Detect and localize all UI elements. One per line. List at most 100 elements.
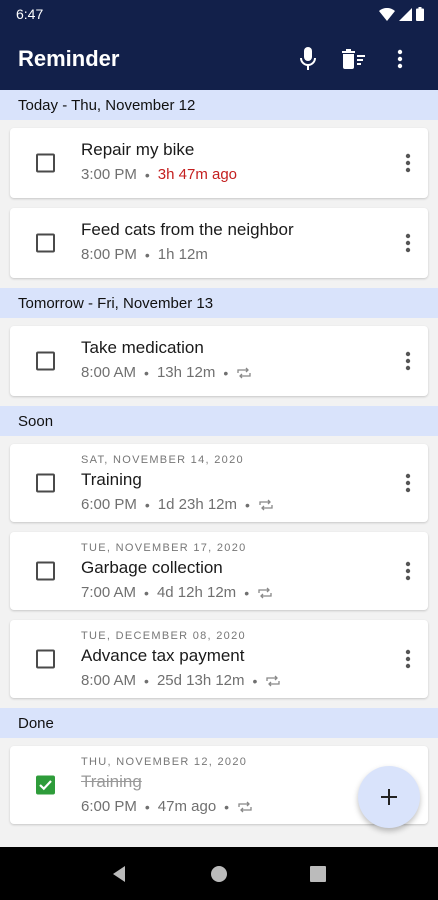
section-label: Soon bbox=[18, 412, 54, 430]
app-actions bbox=[288, 39, 420, 79]
more-vert-icon bbox=[405, 649, 411, 669]
reminder-meta: 6:00 PM • 47m ago • bbox=[81, 798, 378, 815]
item-menu-button[interactable] bbox=[396, 468, 420, 498]
reminder-meta: 6:00 PM • 1d 23h 12m • bbox=[81, 496, 378, 513]
complete-checkbox[interactable] bbox=[36, 153, 55, 173]
reminder-title: Training bbox=[81, 470, 142, 489]
reminder-title: Feed cats from the neighbor bbox=[81, 220, 294, 239]
clear-done-button[interactable] bbox=[334, 39, 374, 79]
relative-time-overdue: 3h 47m ago bbox=[157, 166, 238, 183]
item-menu-button[interactable] bbox=[396, 228, 420, 258]
repeat-icon bbox=[236, 366, 252, 380]
reminder-meta: 8:00 PM • 1h 12m bbox=[81, 246, 378, 263]
relative-time: 47m ago bbox=[157, 798, 217, 815]
complete-checkbox[interactable] bbox=[36, 233, 55, 253]
reminder-meta: 7:00 AM • 4d 12h 12m • bbox=[81, 584, 378, 601]
back-icon[interactable] bbox=[111, 865, 129, 883]
reminder-title: Repair my bike bbox=[81, 140, 195, 159]
overflow-menu-button[interactable] bbox=[380, 39, 420, 79]
reminder-texts: TUE, DECEMBER 08, 2020 Advance tax payme… bbox=[81, 630, 378, 689]
item-menu-button[interactable] bbox=[396, 556, 420, 586]
repeat-icon bbox=[237, 800, 253, 814]
separator-dot: • bbox=[224, 798, 230, 815]
reminder-time: 8:00 AM bbox=[81, 672, 137, 689]
reminder-texts: Feed cats from the neighbor 8:00 PM • 1h… bbox=[81, 220, 378, 263]
section-header-done: Done bbox=[0, 708, 438, 738]
reminder-time: 6:00 PM bbox=[81, 496, 137, 513]
recents-icon[interactable] bbox=[309, 865, 327, 883]
mic-icon bbox=[300, 47, 316, 70]
section-label: Tomorrow - Fri, November 13 bbox=[18, 294, 214, 312]
complete-checkbox[interactable] bbox=[36, 561, 55, 581]
separator-dot: • bbox=[244, 584, 250, 601]
reminder-card[interactable]: Take medication 8:00 AM • 13h 12m • bbox=[10, 326, 428, 396]
reminder-card[interactable]: TUE, DECEMBER 08, 2020 Advance tax payme… bbox=[10, 620, 428, 698]
reminder-texts: Repair my bike 3:00 PM • 3h 47m ago bbox=[81, 140, 378, 183]
item-menu-button[interactable] bbox=[396, 644, 420, 674]
app-bar: Reminder bbox=[0, 28, 438, 90]
separator-dot: • bbox=[144, 584, 149, 601]
section-label: Today - Thu, November 12 bbox=[18, 96, 196, 114]
reminder-time: 6:00 PM bbox=[81, 798, 137, 815]
signal-icon bbox=[399, 7, 412, 21]
section-header-tomorrow: Tomorrow - Fri, November 13 bbox=[0, 288, 438, 318]
battery-icon bbox=[416, 7, 424, 21]
reminder-time: 3:00 PM bbox=[81, 166, 137, 183]
complete-checkbox[interactable] bbox=[36, 351, 55, 371]
separator-dot: • bbox=[252, 672, 258, 689]
complete-checkbox-checked[interactable] bbox=[36, 775, 55, 795]
more-vert-icon bbox=[405, 233, 411, 253]
wifi-icon bbox=[379, 7, 395, 21]
reminder-date: TUE, DECEMBER 08, 2020 bbox=[81, 630, 246, 642]
reminder-texts: TUE, NOVEMBER 17, 2020 Garbage collectio… bbox=[81, 542, 378, 601]
status-time: 6:47 bbox=[16, 6, 44, 22]
relative-time: 13h 12m bbox=[156, 364, 216, 381]
reminder-list[interactable]: Today - Thu, November 12 Repair my bike … bbox=[0, 90, 438, 847]
reminder-date: TUE, NOVEMBER 17, 2020 bbox=[81, 542, 247, 554]
reminder-time: 8:00 AM bbox=[81, 364, 137, 381]
more-vert-icon bbox=[405, 473, 411, 493]
separator-dot: • bbox=[245, 496, 250, 513]
section-header-soon: Soon bbox=[0, 406, 438, 436]
more-vert-icon bbox=[397, 49, 403, 69]
complete-checkbox[interactable] bbox=[36, 473, 55, 493]
more-vert-icon bbox=[405, 153, 411, 173]
repeat-icon bbox=[265, 674, 281, 688]
reminder-card[interactable]: Repair my bike 3:00 PM • 3h 47m ago bbox=[10, 128, 428, 198]
reminder-card[interactable]: SAT, NOVEMBER 14, 2020 Training 6:00 PM … bbox=[10, 444, 428, 522]
reminder-texts: Take medication 8:00 AM • 13h 12m • bbox=[81, 338, 378, 381]
add-reminder-fab[interactable] bbox=[358, 766, 420, 828]
reminder-date: THU, NOVEMBER 12, 2020 bbox=[81, 756, 248, 768]
complete-checkbox[interactable] bbox=[36, 649, 55, 669]
plus-icon bbox=[381, 789, 397, 805]
reminder-card[interactable]: TUE, NOVEMBER 17, 2020 Garbage collectio… bbox=[10, 532, 428, 610]
reminder-texts: THU, NOVEMBER 12, 2020 Training 6:00 PM … bbox=[81, 756, 378, 815]
reminder-time: 7:00 AM bbox=[81, 584, 137, 601]
repeat-icon bbox=[257, 586, 273, 600]
separator-dot: • bbox=[144, 798, 150, 815]
check-icon bbox=[39, 780, 52, 791]
section-label: Done bbox=[18, 714, 54, 732]
item-menu-button[interactable] bbox=[396, 346, 420, 376]
reminder-meta: 8:00 AM • 25d 13h 12m • bbox=[81, 672, 378, 689]
reminder-card[interactable]: Feed cats from the neighbor 8:00 PM • 1h… bbox=[10, 208, 428, 278]
voice-input-button[interactable] bbox=[288, 39, 328, 79]
home-icon[interactable] bbox=[210, 865, 228, 883]
separator-dot: • bbox=[223, 364, 229, 381]
reminder-title: Garbage collection bbox=[81, 558, 223, 577]
item-menu-button[interactable] bbox=[396, 148, 420, 178]
separator-dot: • bbox=[144, 364, 149, 381]
reminder-title: Advance tax payment bbox=[81, 646, 245, 665]
repeat-icon bbox=[258, 498, 274, 512]
relative-time: 25d 13h 12m bbox=[156, 672, 245, 689]
relative-time: 1d 23h 12m bbox=[157, 496, 238, 513]
separator-dot: • bbox=[144, 496, 150, 513]
separator-dot: • bbox=[144, 246, 150, 263]
reminder-date: SAT, NOVEMBER 14, 2020 bbox=[81, 454, 244, 466]
status-icons bbox=[379, 7, 424, 21]
reminder-time: 8:00 PM bbox=[81, 246, 137, 263]
reminder-title: Take medication bbox=[81, 338, 204, 357]
reminder-meta: 8:00 AM • 13h 12m • bbox=[81, 364, 378, 381]
reminder-title: Training bbox=[81, 772, 142, 791]
relative-time: 1h 12m bbox=[157, 246, 208, 263]
